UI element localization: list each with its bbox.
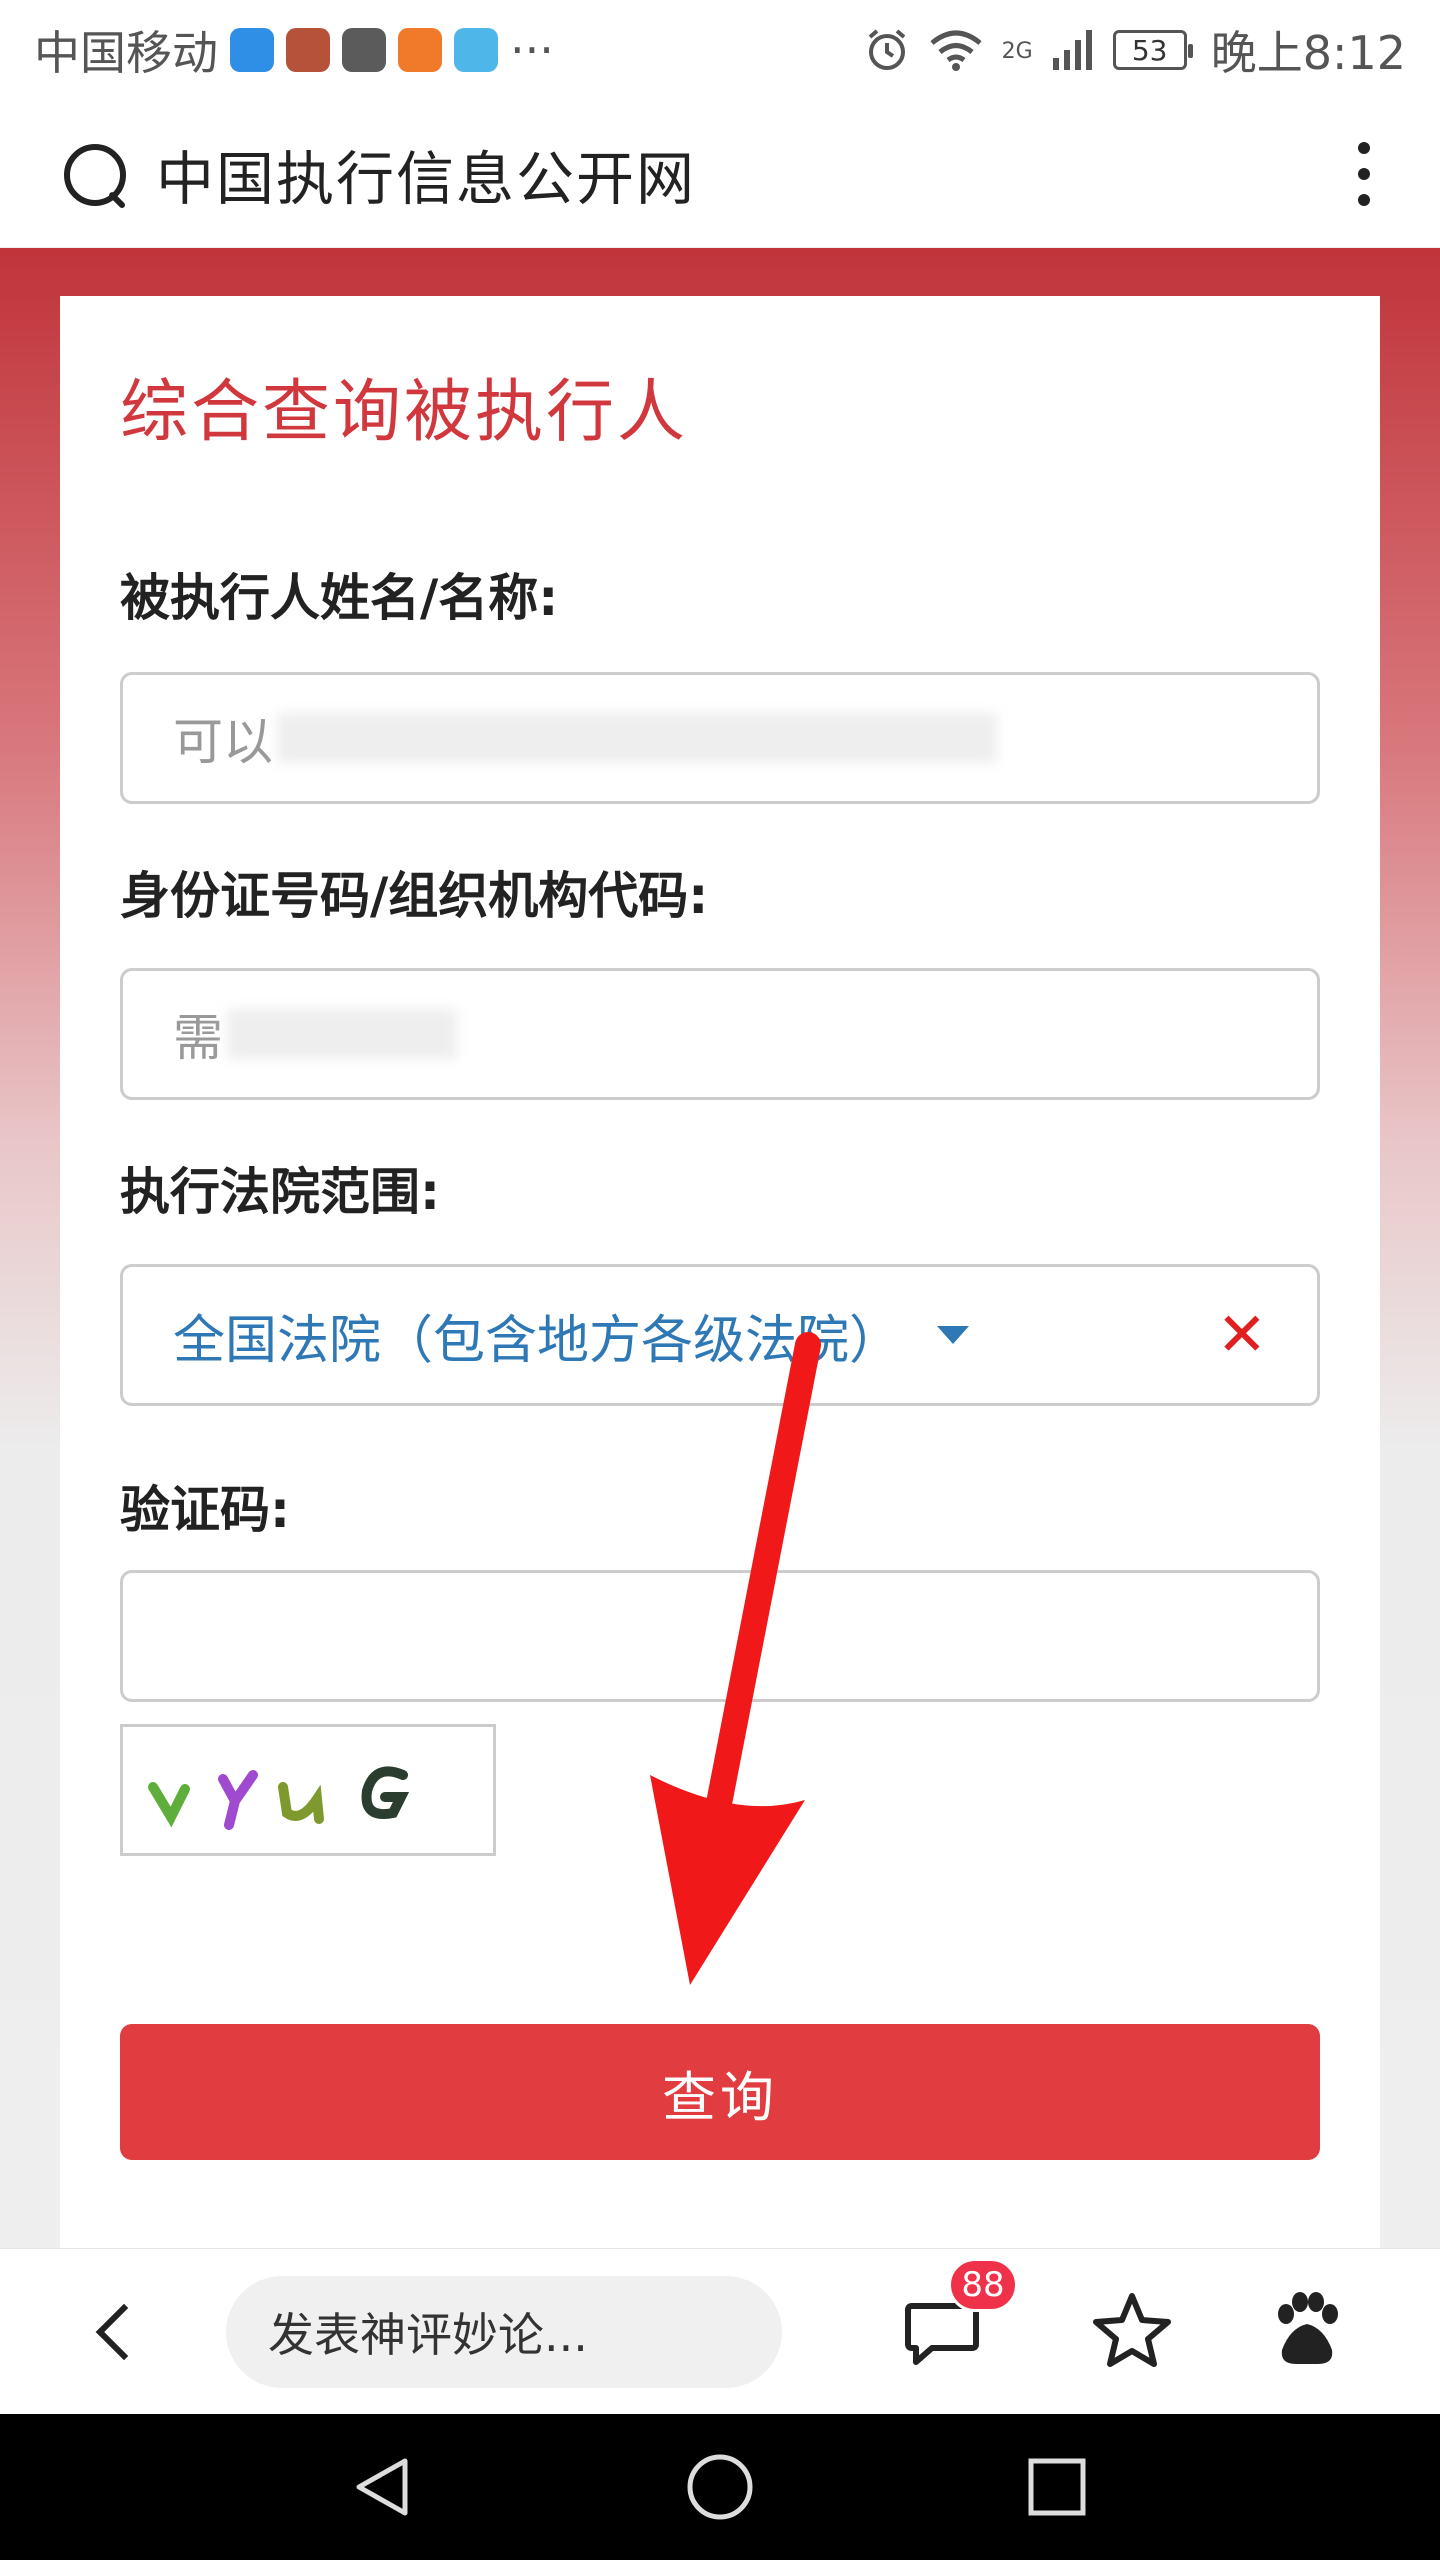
mushroom-app-icon — [286, 28, 330, 72]
blurred-placeholder — [227, 1009, 457, 1059]
wifi-icon — [930, 30, 982, 71]
captcha-image[interactable] — [120, 1724, 496, 1856]
captcha-picture — [148, 1766, 410, 1830]
status-bar: 中国移动 ··· 2G 53 晚上8:12 — [0, 0, 1440, 100]
court-label: 执行法院范围: — [120, 1163, 440, 1221]
id-input[interactable]: 需 — [120, 968, 1320, 1100]
clear-icon[interactable]: ✕ — [1217, 1300, 1267, 1370]
court-select-value: 全国法院（包含地方各级法院） — [173, 1310, 902, 1371]
search-query-text[interactable]: 中国执行信息公开网 — [156, 132, 696, 216]
back-icon[interactable] — [95, 2303, 153, 2360]
comments-button[interactable]: 88 — [902, 2257, 1018, 2372]
search-icon[interactable] — [62, 142, 126, 206]
nav-recents-icon[interactable] — [1025, 2455, 1089, 2519]
dropdown-caret-icon[interactable] — [937, 1326, 970, 1344]
battery-level: 53 — [1131, 33, 1168, 67]
browser-bottom-bar: 发表神评妙论... 88 — [0, 2248, 1440, 2414]
network-type: 2G — [1001, 39, 1033, 64]
name-label: 被执行人姓名/名称: — [120, 569, 559, 627]
blue-app-icon — [454, 28, 498, 72]
alarm-icon — [868, 29, 905, 70]
court-select[interactable]: 全国法院（包含地方各级法院） ✕ — [120, 1264, 1320, 1406]
star-icon — [1093, 2292, 1171, 2367]
orange-app-icon — [398, 28, 442, 72]
blurred-placeholder — [277, 713, 997, 763]
shield-app-icon — [230, 28, 274, 72]
carrier-name: 中国移动 — [34, 26, 218, 80]
signal-icon — [1052, 30, 1092, 70]
comment-count-badge: 88 — [948, 2257, 1018, 2312]
captcha-label: 验证码: — [120, 1481, 290, 1539]
nav-home-icon[interactable] — [685, 2452, 755, 2522]
comment-input[interactable]: 发表神评妙论... — [226, 2275, 782, 2388]
browser-search-bar[interactable]: 中国执行信息公开网 — [0, 100, 1440, 248]
system-nav-bar — [0, 2414, 1440, 2560]
form-title: 综合查询被执行人 — [120, 373, 689, 452]
id-placeholder: 需 — [173, 1009, 223, 1067]
favorite-button[interactable] — [1092, 2290, 1172, 2374]
baidu-paw-icon — [1278, 2291, 1338, 2364]
status-time: 晚上8:12 — [1210, 26, 1406, 80]
query-form-card: 综合查询被执行人 被执行人姓名/名称: 可以 身份证号码/组织机构代码: 需 执… — [60, 296, 1380, 2248]
comment-placeholder: 发表神评妙论... — [268, 2307, 588, 2362]
more-notifications-icon: ··· — [510, 23, 554, 77]
id-label: 身份证号码/组织机构代码: — [120, 867, 709, 925]
battery-icon: 53 — [1112, 30, 1193, 70]
name-input[interactable]: 可以 — [120, 672, 1320, 804]
captcha-input[interactable] — [120, 1570, 1320, 1702]
query-button[interactable]: 查询 — [120, 2024, 1320, 2160]
nav-back-icon[interactable] — [351, 2455, 415, 2519]
more-menu-icon[interactable] — [1358, 141, 1370, 206]
name-placeholder: 可以 — [173, 713, 273, 771]
toutiao-app-icon — [342, 28, 386, 72]
baidu-button[interactable] — [1272, 2291, 1342, 2372]
